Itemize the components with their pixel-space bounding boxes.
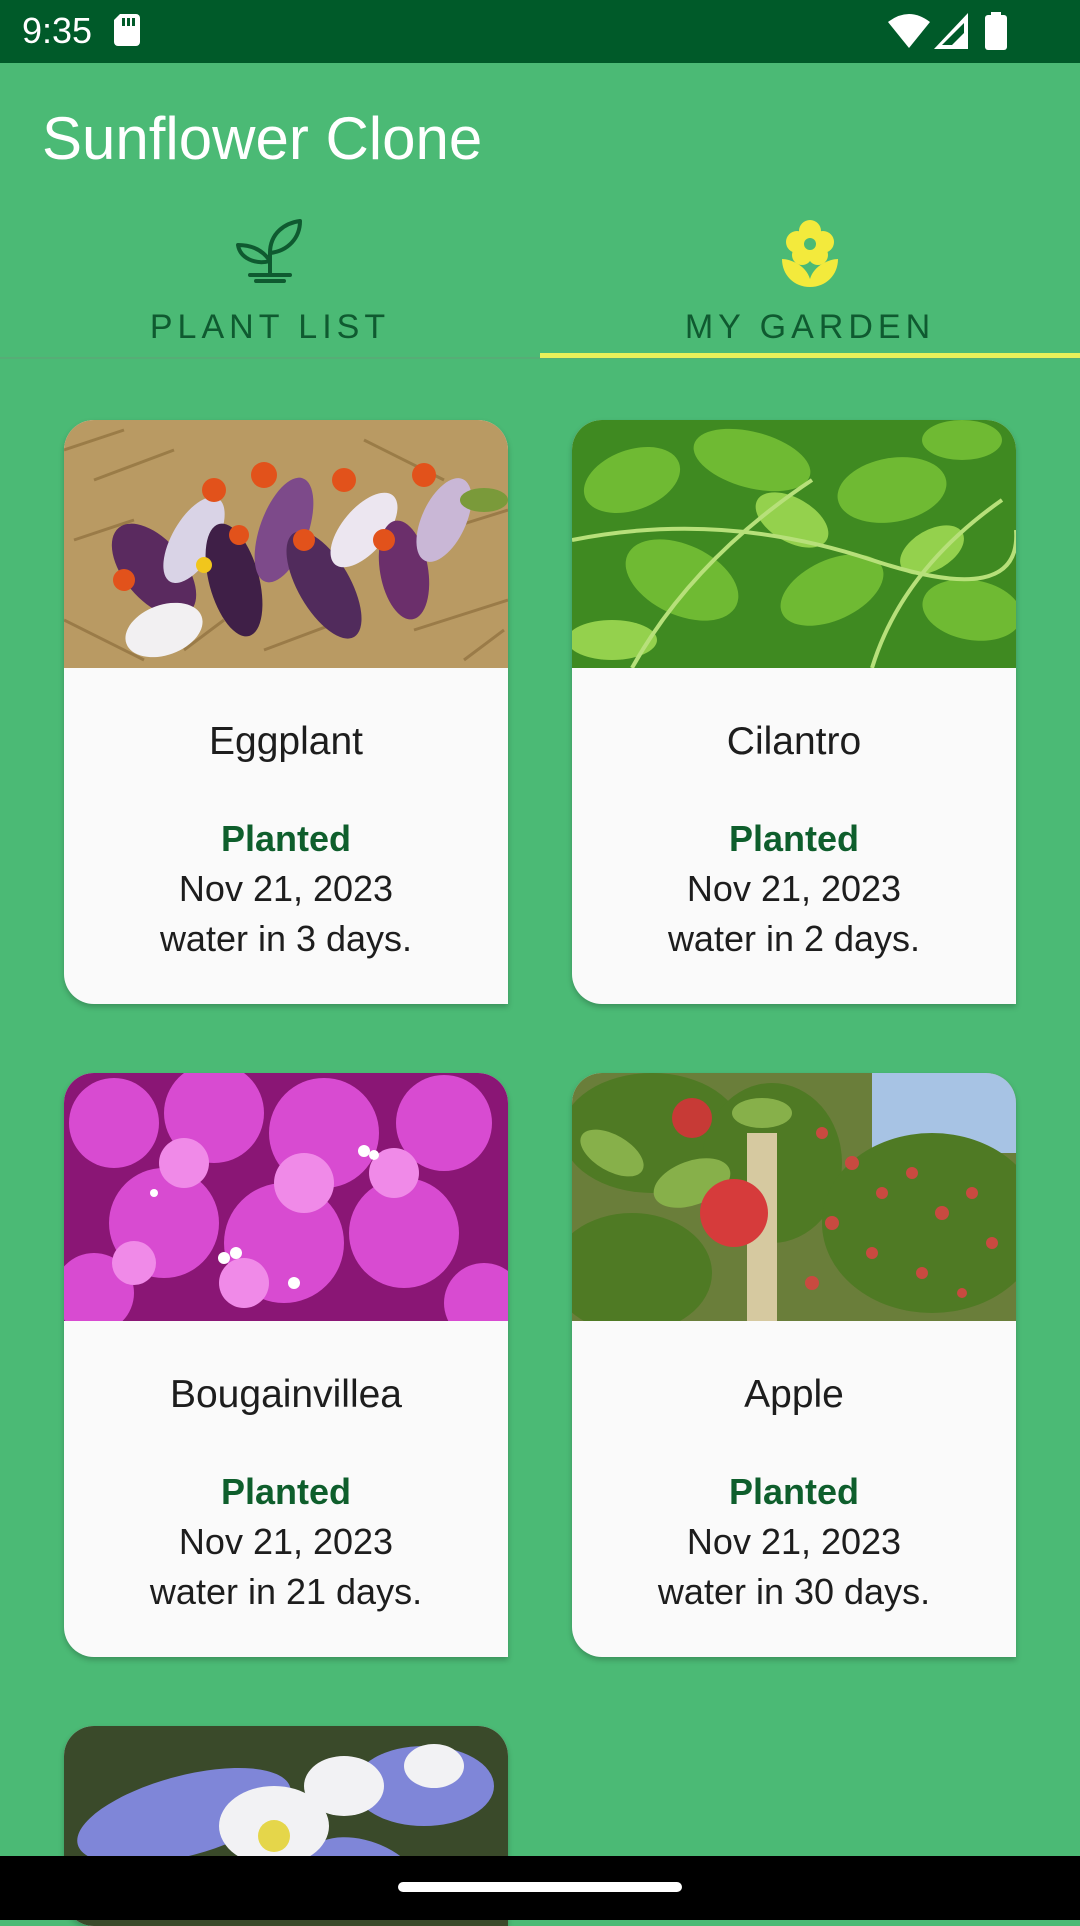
planted-label: Planted [728, 1471, 860, 1512]
plant-photo [64, 1073, 508, 1321]
water-reminder: water in 30 days. [657, 1571, 931, 1612]
status-time: 9:35 [22, 10, 93, 51]
plant-photo [572, 1073, 1016, 1321]
signal-icon [934, 13, 968, 49]
sprout-icon [236, 219, 302, 283]
planted-label: Planted [220, 818, 352, 859]
navigation-bar [0, 1856, 1080, 1920]
plant-name: Bougainvillea [169, 1373, 402, 1416]
plant-card[interactable]: Cilantro Planted Nov 21, 2023 water in 2… [572, 420, 1016, 1004]
planted-label: Planted [728, 818, 860, 859]
plant-photo [64, 420, 508, 668]
status-bar: 9:35 [0, 0, 1080, 63]
water-reminder: water in 2 days. [667, 918, 921, 959]
tab-my-garden-label: MY GARDEN [684, 308, 936, 346]
plant-name: Eggplant [209, 720, 363, 763]
planted-date: Nov 21, 2023 [686, 1521, 902, 1562]
tab-my-garden[interactable]: MY GARDEN [540, 203, 1080, 357]
water-reminder: water in 21 days. [149, 1571, 423, 1612]
plant-card[interactable]: Apple Planted Nov 21, 2023 water in 30 d… [572, 1073, 1016, 1657]
battery-icon [985, 12, 1007, 50]
water-reminder: water in 3 days. [159, 918, 413, 959]
planted-date: Nov 21, 2023 [686, 868, 902, 909]
flower-icon [782, 220, 838, 287]
home-gesture-handle[interactable] [398, 1882, 682, 1892]
planted-label: Planted [220, 1471, 352, 1512]
plant-card[interactable]: Eggplant Planted Nov 21, 2023 water in 3… [64, 420, 508, 1004]
plant-photo [572, 420, 1016, 668]
tab-indicator [540, 353, 1080, 358]
tab-plant-list[interactable]: PLANT LIST [0, 203, 540, 357]
app-title: Sunflower Clone [42, 105, 483, 172]
wifi-icon [888, 14, 930, 48]
plant-card[interactable]: Bougainvillea Planted Nov 21, 2023 water… [64, 1073, 508, 1657]
sd-card-icon [114, 14, 140, 46]
plant-name: Cilantro [726, 720, 862, 763]
app-bar: Sunflower Clone PLANT LIST MY GARDEN [0, 63, 1080, 359]
planted-date: Nov 21, 2023 [178, 1521, 394, 1562]
plant-name: Apple [744, 1373, 844, 1416]
tab-plant-list-label: PLANT LIST [149, 308, 391, 346]
planted-date: Nov 21, 2023 [178, 868, 394, 909]
